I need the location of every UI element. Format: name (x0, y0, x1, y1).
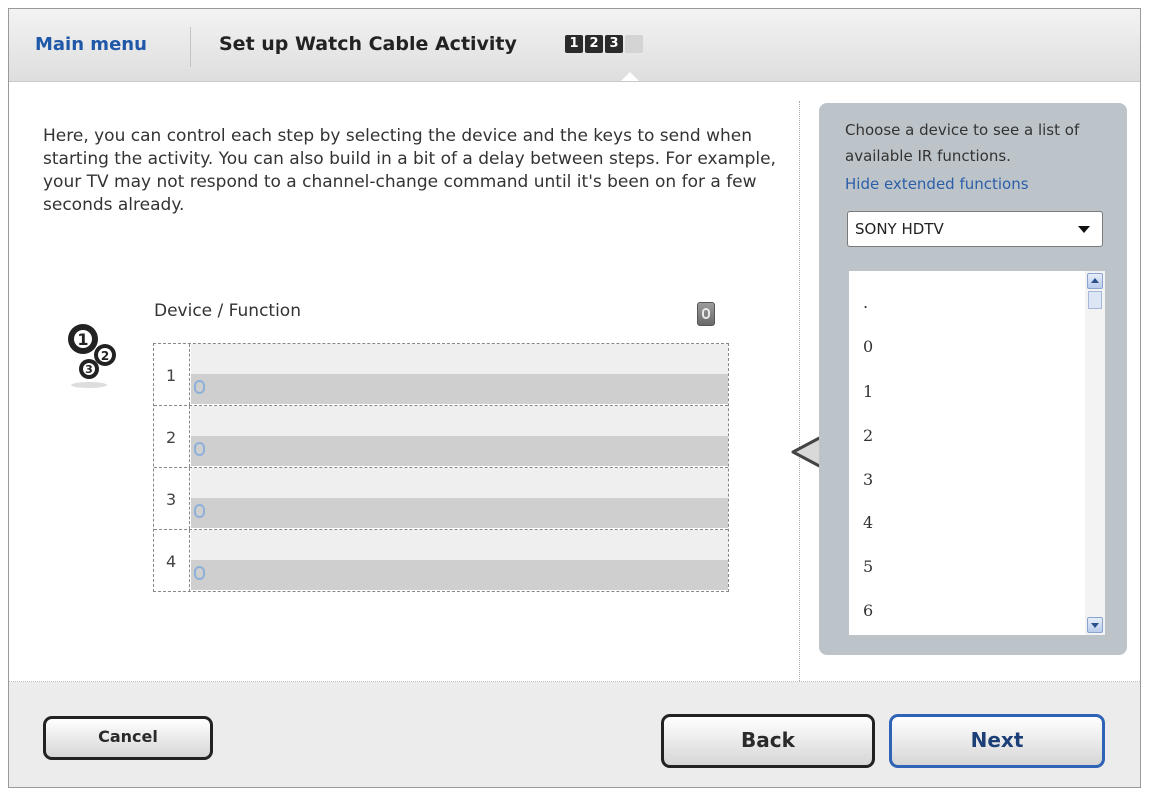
function-item[interactable]: 2 (863, 426, 873, 445)
function-item[interactable]: 5 (863, 557, 873, 576)
header-bar: Main menu Set up Watch Cable Activity 1 … (9, 9, 1140, 82)
activity-steps-table: 1 2 3 4 (153, 343, 729, 592)
ir-function-list[interactable]: . 0 1 2 3 4 5 6 (849, 271, 1105, 635)
svg-text:3: 3 (85, 363, 93, 376)
panel-divider (799, 101, 800, 681)
function-item[interactable]: 4 (863, 513, 873, 532)
cancel-button[interactable]: Cancel (43, 716, 213, 760)
step-row[interactable]: 1 (154, 344, 728, 406)
drop-target-icon (194, 442, 205, 456)
function-item[interactable]: . (863, 293, 868, 312)
header-divider (190, 27, 191, 67)
function-item[interactable]: 0 (863, 337, 873, 356)
step-row[interactable]: 2 (154, 406, 728, 468)
device-function-header: Device / Function (154, 301, 301, 321)
step-slot-function[interactable] (191, 436, 728, 466)
step-slot-device[interactable] (191, 530, 728, 560)
step-slot-function[interactable] (191, 498, 728, 528)
svg-text:1: 1 (77, 330, 88, 349)
footer-bar: Cancel Back Next (9, 682, 1140, 787)
drop-target-icon (194, 566, 205, 580)
numbered-gears-icon: 1 2 3 (68, 324, 116, 388)
step-number: 1 (154, 344, 190, 405)
function-item[interactable]: 1 (863, 382, 873, 401)
device-dropdown[interactable]: SONY HDTV (847, 211, 1103, 247)
step-slot-function[interactable] (191, 374, 728, 404)
svg-text:2: 2 (101, 349, 109, 363)
scroll-up-icon[interactable] (1087, 273, 1103, 289)
function-item[interactable]: 6 (863, 601, 873, 620)
main-menu-link[interactable]: Main menu (35, 34, 147, 55)
activity-setup-window: Main menu Set up Watch Cable Activity 1 … (8, 8, 1141, 788)
back-button[interactable]: Back (661, 714, 875, 768)
scroll-thumb[interactable] (1088, 291, 1102, 309)
function-item[interactable]: 3 (863, 470, 873, 489)
trash-icon[interactable] (697, 302, 715, 326)
step-3: 3 (605, 35, 623, 53)
step-1: 1 (565, 35, 583, 53)
page-title: Set up Watch Cable Activity (219, 33, 517, 55)
function-list-scrollbar[interactable] (1085, 271, 1105, 635)
ir-functions-panel: Choose a device to see a list of availab… (819, 103, 1127, 655)
drop-target-icon (194, 504, 205, 518)
step-slot-device[interactable] (191, 344, 728, 374)
step-number: 3 (154, 468, 190, 529)
step-4 (625, 35, 643, 53)
hide-extended-functions-link[interactable]: Hide extended functions (845, 175, 1029, 193)
instructions-text: Here, you can control each step by selec… (43, 126, 776, 215)
step-slot-function[interactable] (191, 560, 728, 590)
step-row[interactable]: 3 (154, 468, 728, 530)
current-step-notch (621, 72, 639, 81)
device-dropdown-value: SONY HDTV (855, 220, 944, 238)
step-row[interactable]: 4 (154, 530, 728, 592)
step-number: 2 (154, 406, 190, 467)
chevron-down-icon (1078, 226, 1090, 233)
step-indicator: 1 2 3 (565, 35, 643, 53)
step-slot-device[interactable] (191, 468, 728, 498)
next-button[interactable]: Next (889, 714, 1105, 768)
panel-instructions: Choose a device to see a list of availab… (845, 121, 1080, 165)
step-2: 2 (585, 35, 603, 53)
step-slot-device[interactable] (191, 406, 728, 436)
step-number: 4 (154, 530, 190, 592)
drop-target-icon (194, 380, 205, 394)
scroll-down-icon[interactable] (1087, 617, 1103, 633)
